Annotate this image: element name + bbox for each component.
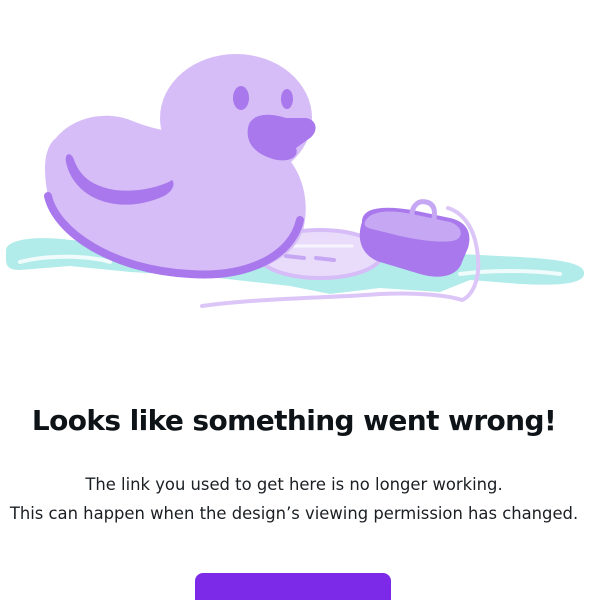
- error-message-line-1: The link you used to get here is no long…: [85, 475, 503, 495]
- error-message: The link you used to get here is no long…: [0, 470, 600, 528]
- drain-slot: [314, 256, 336, 262]
- duck-drawing: [5, 54, 585, 308]
- duck-eye-right: [281, 89, 293, 109]
- broken-duck-illustration: [0, 0, 600, 340]
- error-message-line-2: This can happen when the design’s viewin…: [9, 504, 579, 524]
- error-title: Looks like something went wrong!: [31, 403, 557, 437]
- drain-slot: [284, 254, 306, 260]
- duck-eye-left: [233, 86, 249, 110]
- go-back-button[interactable]: Go back to Canva: [195, 573, 391, 600]
